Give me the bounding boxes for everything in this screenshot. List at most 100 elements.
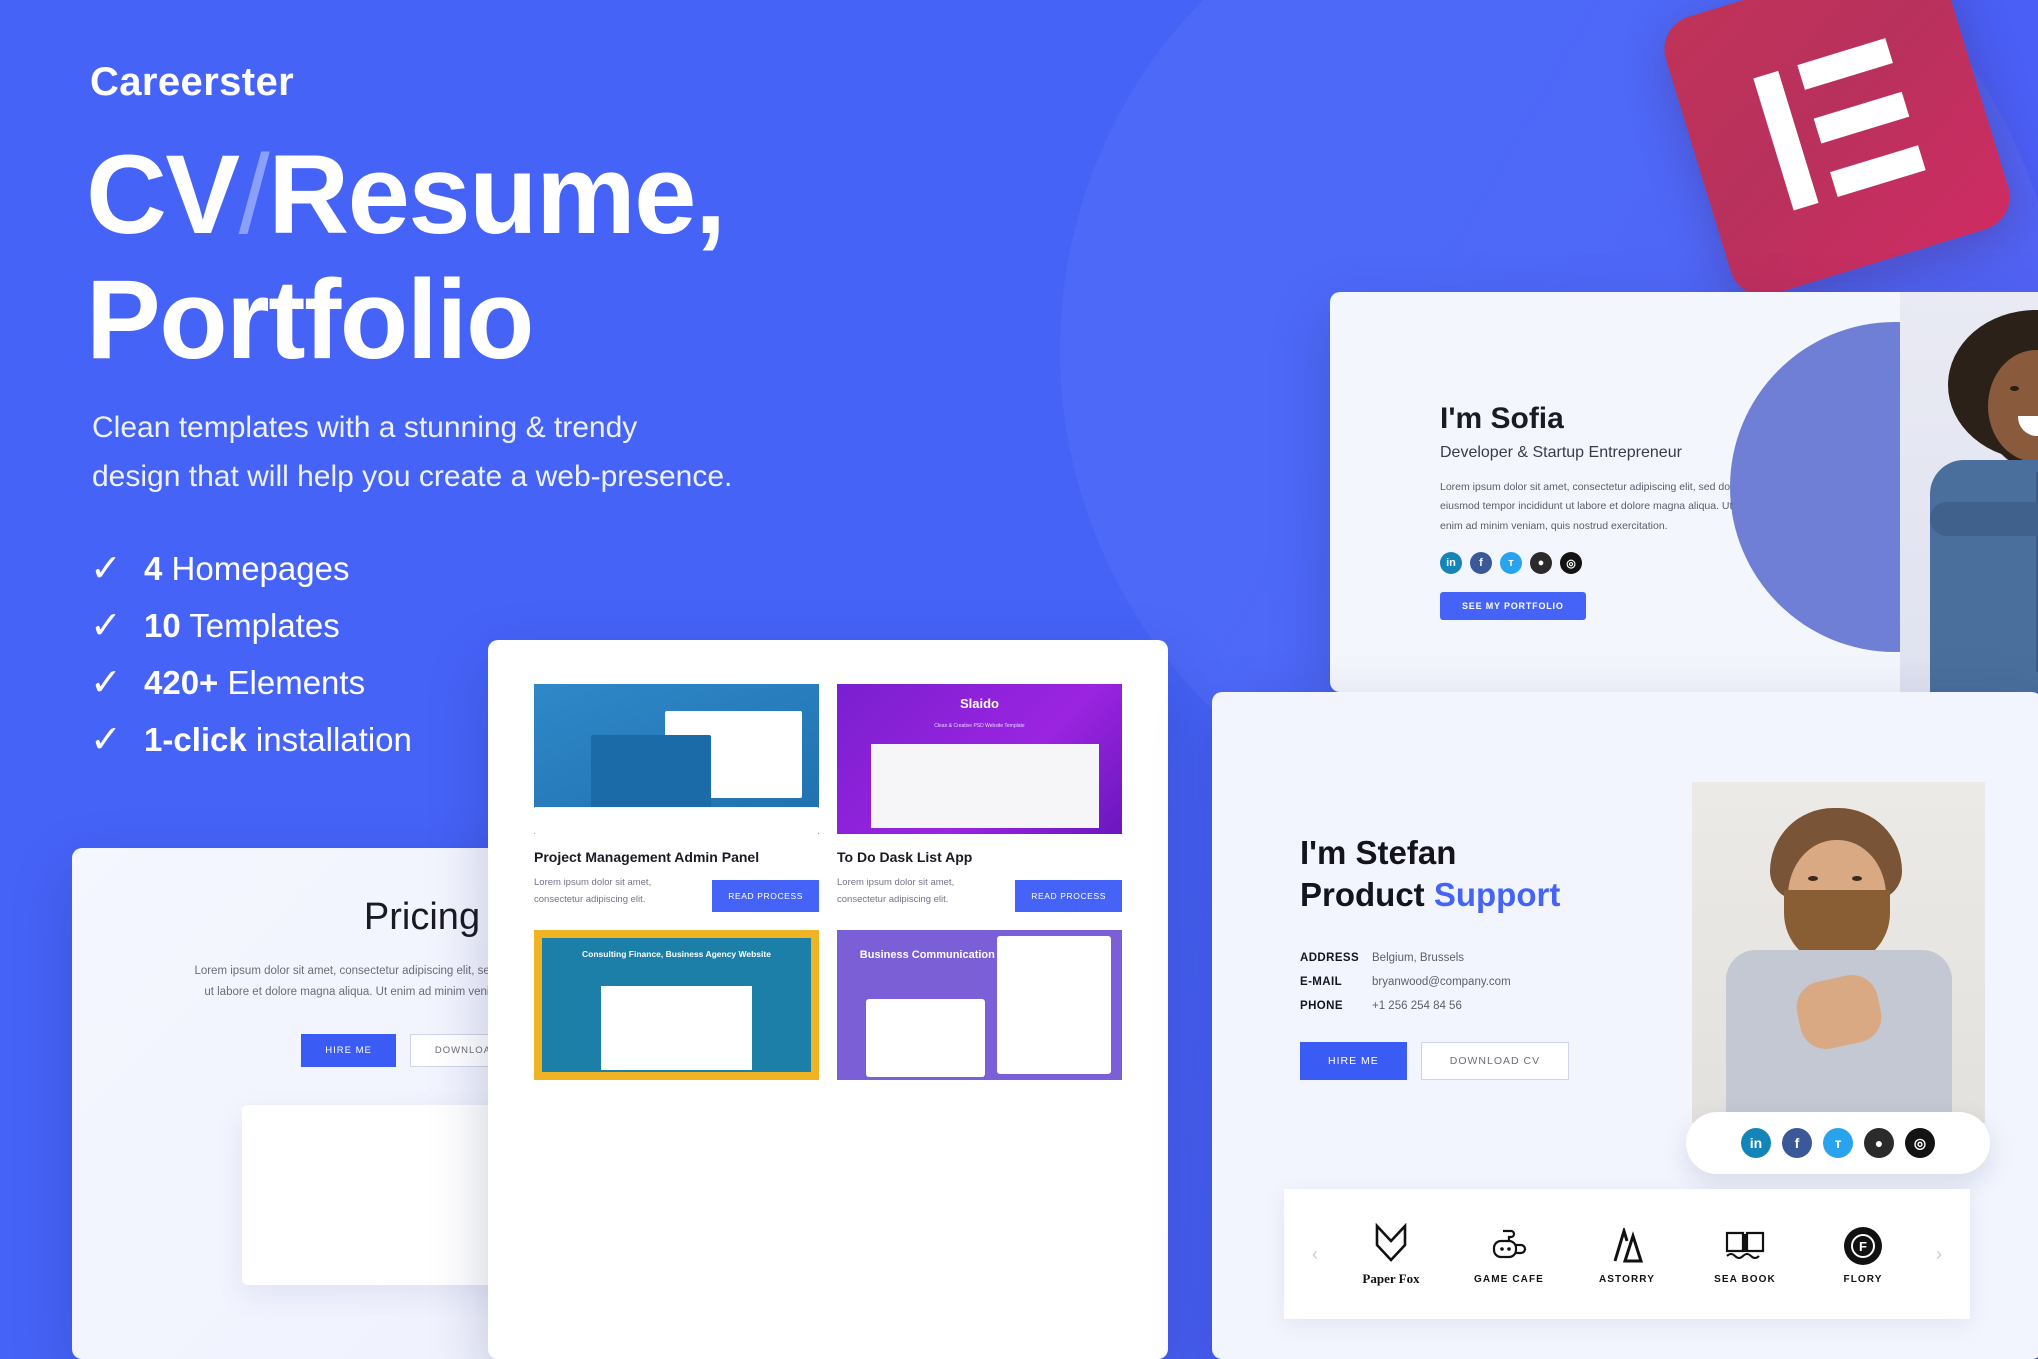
twitter-icon[interactable]: ᴛ	[1823, 1128, 1853, 1158]
stefan-title: I'm Stefan Product Support	[1300, 832, 1630, 916]
thumb-inner: Consulting Finance, Business Agency Webs…	[542, 938, 811, 1073]
subtitle-line-2: design that will help you create a web-p…	[92, 459, 733, 493]
astorry-icon	[1568, 1224, 1686, 1268]
client-logo-game-cafe[interactable]: GAME CAFE	[1450, 1224, 1568, 1285]
avatar-eye-right	[1852, 876, 1862, 881]
read-process-button[interactable]: READ PROCESS	[1015, 880, 1122, 913]
stefan-social-pill: in f ᴛ ● ◎	[1686, 1112, 1990, 1174]
info-value: +1 256 254 84 56	[1372, 1000, 1462, 1013]
sofia-avatar	[1900, 292, 2038, 692]
client-logo-paper-fox[interactable]: Paper Fox	[1332, 1221, 1450, 1287]
twitter-icon[interactable]: ᴛ	[1500, 552, 1522, 575]
avatar-eye-left	[1808, 876, 1818, 881]
thumb-consulting-title: Consulting Finance, Business Agency Webs…	[582, 948, 771, 959]
read-process-button[interactable]: READ PROCESS	[712, 880, 819, 913]
astorry-mark	[1613, 1227, 1644, 1262]
client-logo-flory[interactable]: F FLORY	[1804, 1224, 1922, 1285]
sofia-content: I'm Sofia Developer & Startup Entreprene…	[1440, 402, 1750, 621]
linkedin-icon[interactable]: in	[1440, 552, 1462, 575]
feature-item-homepages: ✓ 4 Homepages	[90, 540, 412, 597]
thumb-business-pane-left	[865, 999, 986, 1078]
feature-item-installation: ✓ 1-click installation	[90, 711, 412, 768]
feature-label: 1-click installation	[144, 721, 412, 759]
thumbnail-business-communication: Business Communication	[837, 930, 1122, 1081]
sofia-name: I'm Sofia	[1440, 402, 1564, 435]
avatar-smile	[2018, 416, 2038, 436]
feature-list: ✓ 4 Homepages ✓ 10 Templates ✓ 420+ Elem…	[90, 540, 412, 768]
info-value: Belgium, Brussels	[1372, 952, 1465, 965]
dribbble-icon[interactable]: ◎	[1560, 552, 1582, 575]
portfolio-item-desc: Lorem ipsum dolor sit amet, consectetur …	[534, 877, 652, 906]
feature-count: 4	[144, 549, 163, 587]
linkedin-icon[interactable]: in	[1741, 1128, 1771, 1158]
poster-stage: Careerster CV/Resume, Portfolio Clean te…	[0, 0, 2038, 1359]
portfolio-item-footer: Lorem ipsum dolor sit amet, consectetur …	[534, 866, 819, 913]
sofia-role: Developer & Startup Entrepreneur	[1440, 444, 1682, 461]
thumb-slaido-pane	[871, 744, 1100, 828]
portfolio-item-footer: Lorem ipsum dolor sit amet, consectetur …	[837, 866, 1122, 913]
pricing-hire-me-button[interactable]: HIRE ME	[301, 1033, 396, 1067]
stefan-hire-me-button[interactable]: HIRE ME	[1300, 1042, 1407, 1081]
facebook-icon[interactable]: f	[1470, 552, 1492, 575]
stefan-download-cv-button[interactable]: DOWNLOAD CV	[1420, 1042, 1570, 1081]
client-logo-label: GAME CAFE	[1474, 1273, 1544, 1285]
carousel-next-icon[interactable]: ›	[1922, 1244, 1956, 1265]
game-cafe-icon	[1450, 1224, 1568, 1268]
dribbble-icon[interactable]: ◎	[1905, 1128, 1935, 1158]
client-logo-label: FLORY	[1843, 1273, 1883, 1285]
avatar-eye-left	[2010, 386, 2019, 391]
avatar-shirt	[1930, 460, 2038, 692]
thumb-slaido-subtitle: Clean & Creative PSD Website Template	[934, 723, 1025, 729]
stefan-button-row: HIRE ME DOWNLOAD CV	[1300, 1042, 1630, 1081]
page-title: CV/Resume, Portfolio	[86, 132, 726, 383]
feature-text: Templates	[189, 606, 340, 644]
feature-count: 10	[144, 606, 181, 644]
elementor-bar-top	[1797, 38, 1893, 90]
svg-text:F: F	[1859, 1239, 1867, 1254]
flory-icon: F	[1804, 1224, 1922, 1268]
portfolio-item-business-communication: Business Communication	[837, 930, 1122, 1081]
elementor-bar-middle	[1813, 91, 1910, 144]
thumbnail-slaido: Slaido Clean & Creative PSD Website Temp…	[837, 684, 1122, 834]
portfolio-item-project-management: Project Management Admin Panel Lorem ips…	[534, 684, 819, 913]
carousel-prev-icon[interactable]: ‹	[1298, 1244, 1332, 1265]
headline-slash: /	[238, 132, 270, 257]
flory-mark: F	[1844, 1226, 1882, 1265]
sea-book-mark	[1725, 1231, 1765, 1259]
elementor-e-mark	[1746, 31, 1933, 218]
thumb-business-pane-right	[996, 936, 1111, 1075]
stefan-content: I'm Stefan Product Support ADDRESS Belgi…	[1300, 832, 1630, 1081]
client-logo-label: ASTORRY	[1598, 1273, 1656, 1285]
client-logo-astorry[interactable]: ASTORRY	[1568, 1224, 1686, 1285]
game-cafe-mark	[1492, 1229, 1527, 1258]
elementor-bar-vertical	[1753, 70, 1819, 211]
portfolio-item-todo-list-app: Slaido Clean & Creative PSD Website Temp…	[837, 684, 1122, 913]
client-logo-label: Paper Fox	[1362, 1271, 1420, 1286]
info-value: bryanwood@company.com	[1372, 976, 1511, 989]
feature-count: 1-click	[144, 720, 247, 758]
feature-label: 10 Templates	[144, 607, 340, 645]
see-my-portfolio-button[interactable]: SEE MY PORTFOLIO	[1440, 592, 1586, 621]
check-icon: ✓	[90, 718, 122, 761]
feature-item-elements: ✓ 420+ Elements	[90, 654, 412, 711]
paper-fox-icon	[1332, 1221, 1450, 1265]
stefan-avatar	[1692, 782, 1985, 1123]
stefan-role-accent: Support	[1433, 876, 1561, 914]
feature-label: 420+ Elements	[144, 664, 365, 702]
feature-text: installation	[255, 720, 412, 758]
headline-resume: Resume,	[268, 132, 726, 257]
portfolio-grid: Project Management Admin Panel Lorem ips…	[488, 640, 1168, 1124]
feature-count: 420+	[144, 663, 219, 701]
github-icon[interactable]: ●	[1530, 552, 1552, 575]
client-logo-sea-book[interactable]: SEA BOOK	[1686, 1224, 1804, 1285]
feature-text: Elements	[227, 663, 366, 701]
headline-cv: CV	[86, 132, 240, 257]
paper-fox-mark	[1375, 1223, 1407, 1262]
feature-text: Homepages	[171, 549, 350, 587]
facebook-icon[interactable]: f	[1782, 1128, 1812, 1158]
feature-item-templates: ✓ 10 Templates	[90, 597, 412, 654]
github-icon[interactable]: ●	[1864, 1128, 1894, 1158]
info-key: ADDRESS	[1300, 952, 1360, 965]
elementor-bar-bottom	[1830, 145, 1926, 198]
subtitle-line-1: Clean templates with a stunning & trendy	[92, 411, 638, 444]
